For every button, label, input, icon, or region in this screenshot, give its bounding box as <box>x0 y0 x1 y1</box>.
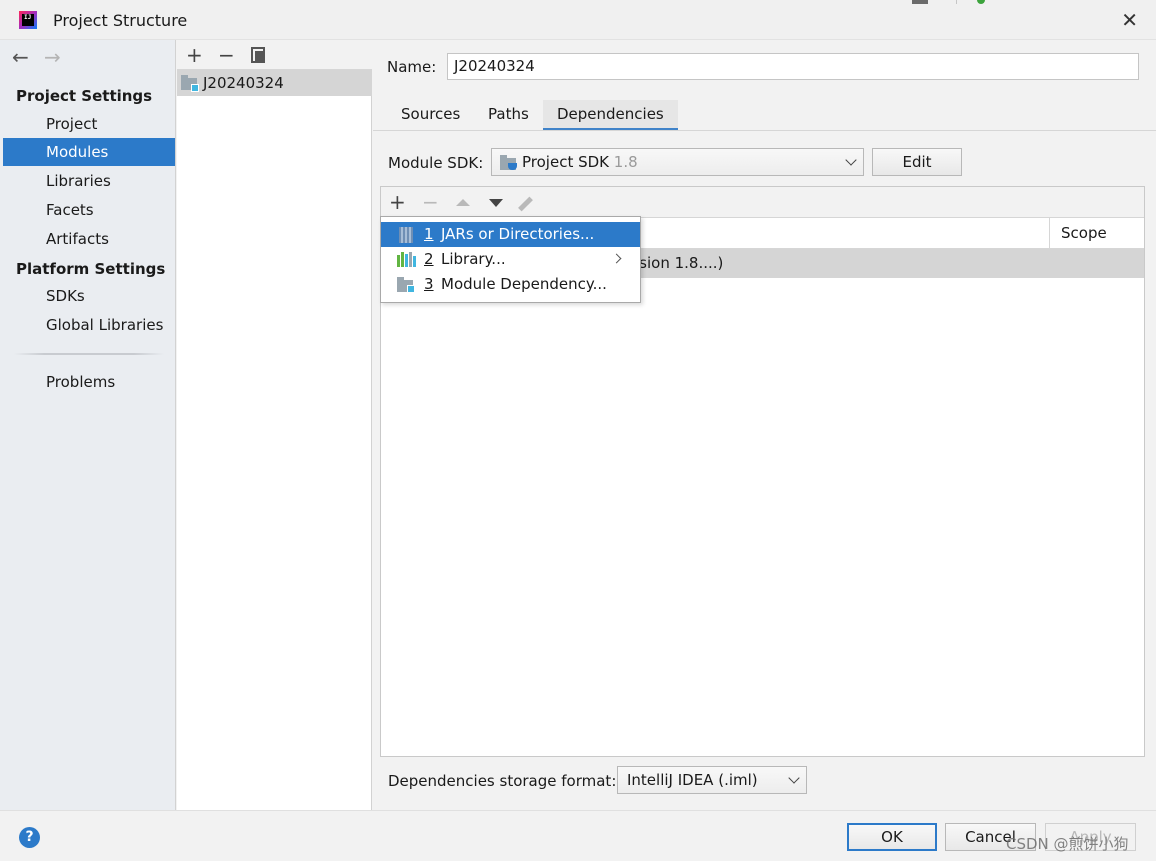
copy-module-icon[interactable] <box>251 47 265 63</box>
menu-item-label: JARs or Directories... <box>441 225 595 243</box>
module-list-item[interactable]: J20240324 <box>177 70 372 96</box>
module-name-label: J20240324 <box>203 74 284 92</box>
tab-sources[interactable]: Sources <box>387 100 474 131</box>
sidebar-item-libraries[interactable]: Libraries <box>3 167 175 195</box>
move-down-icon[interactable] <box>489 199 503 207</box>
tabs-divider <box>373 130 1156 131</box>
edit-sdk-button[interactable]: Edit <box>872 148 962 176</box>
storage-format-dropdown[interactable]: IntelliJ IDEA (.iml) <box>617 766 807 794</box>
module-folder-icon <box>181 75 199 92</box>
forward-arrow-icon[interactable]: → <box>44 45 76 69</box>
sidebar-item-sdks[interactable]: SDKs <box>3 282 175 310</box>
remove-dependency-icon[interactable]: − <box>422 190 439 214</box>
menu-item-number: 1 <box>424 225 434 243</box>
sidebar-item-problems[interactable]: Problems <box>3 368 175 396</box>
background-window-edge <box>956 0 1096 4</box>
name-label: Name: <box>387 58 437 76</box>
sidebar-item-modules[interactable]: Modules <box>3 138 175 166</box>
sdk-version: 1.8 <box>613 153 638 171</box>
edit-pencil-icon[interactable] <box>518 196 533 212</box>
sidebar-item-artifacts[interactable]: Artifacts <box>3 225 175 253</box>
modules-toolbar: + − <box>177 40 372 70</box>
add-dependency-icon[interactable]: + <box>389 190 406 214</box>
storage-format-value: IntelliJ IDEA (.iml) <box>627 771 758 789</box>
add-dependency-menu: 1 JARs or Directories... 2 Library... 3 … <box>380 216 641 303</box>
sidebar-item-facets[interactable]: Facets <box>3 196 175 224</box>
jar-icon <box>399 227 413 243</box>
nav-arrows: ← → <box>12 45 76 69</box>
library-icon <box>397 252 416 267</box>
sidebar-item-project[interactable]: Project <box>3 110 175 138</box>
settings-sidebar: ← → Project Settings Project Modules Libr… <box>0 40 176 810</box>
sidebar-divider <box>14 353 164 355</box>
module-sdk-label: Module SDK: <box>388 154 484 172</box>
modules-panel: + − J20240324 <box>177 40 372 810</box>
tab-dependencies[interactable]: Dependencies <box>543 100 678 131</box>
window-title: Project Structure <box>53 11 188 30</box>
menu-item-library[interactable]: 2 Library... <box>381 247 640 272</box>
chevron-down-icon <box>788 772 800 784</box>
module-sdk-value: Project SDK 1.8 <box>522 153 638 171</box>
menu-item-number: 3 <box>424 275 434 293</box>
chevron-right-icon <box>611 253 622 264</box>
menu-item-label: Library... <box>441 250 506 268</box>
module-name-input[interactable]: J20240324 <box>447 53 1139 80</box>
sdk-folder-icon <box>500 155 518 171</box>
chevron-down-icon <box>845 154 857 166</box>
storage-format-label: Dependencies storage format: <box>388 772 617 790</box>
back-arrow-icon[interactable]: ← <box>12 45 44 69</box>
background-window-edge <box>912 0 928 4</box>
dialog-footer: ? OK Cancel Apply CSDN @煎饼小狗 <box>0 810 1156 861</box>
dependencies-toolbar: + − <box>381 187 1144 218</box>
module-sdk-dropdown[interactable]: Project SDK 1.8 <box>491 148 864 176</box>
sidebar-item-global-libraries[interactable]: Global Libraries <box>3 311 175 339</box>
move-up-icon[interactable] <box>456 199 470 206</box>
module-icon <box>397 277 415 294</box>
module-editor: Name: J20240324 Sources Paths Dependenci… <box>373 40 1156 810</box>
menu-item-jars-or-directories[interactable]: 1 JARs or Directories... <box>381 222 640 247</box>
intellij-app-icon: IJ <box>19 11 37 29</box>
help-icon[interactable]: ? <box>19 827 40 848</box>
menu-item-label: Module Dependency... <box>441 275 607 293</box>
menu-item-module-dependency[interactable]: 3 Module Dependency... <box>381 272 640 297</box>
menu-item-number: 2 <box>424 250 434 268</box>
project-settings-heading: Project Settings <box>16 87 153 105</box>
close-icon[interactable]: ✕ <box>1121 8 1138 32</box>
dependency-name: rsion 1.8....) <box>633 254 724 272</box>
platform-settings-heading: Platform Settings <box>16 260 166 278</box>
add-module-icon[interactable]: + <box>186 43 203 67</box>
csdn-watermark: CSDN @煎饼小狗 <box>1006 835 1129 853</box>
tab-paths[interactable]: Paths <box>474 100 543 131</box>
scope-column-header[interactable]: Scope <box>1049 218 1144 248</box>
ok-button[interactable]: OK <box>847 823 937 851</box>
title-bar: IJ Project Structure ✕ <box>0 0 1156 40</box>
remove-module-icon[interactable]: − <box>218 43 235 67</box>
